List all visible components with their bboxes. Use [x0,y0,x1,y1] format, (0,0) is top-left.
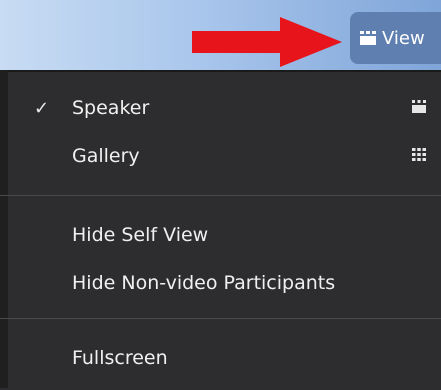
view-button-label: View [382,27,425,49]
menu-divider [0,195,441,196]
menu-item-label: Gallery [72,145,140,167]
menu-divider [0,318,441,319]
menu-item-gallery[interactable]: Gallery [0,136,441,176]
menu-item-label: Fullscreen [72,347,168,369]
menu-item-hide-self-view[interactable]: Hide Self View [0,215,441,255]
menu-item-label: Speaker [72,97,150,119]
menu-item-label: Hide Self View [72,224,209,246]
menu-item-speaker[interactable]: ✓ Speaker [0,88,441,128]
gallery-grid-icon [412,148,426,161]
view-button[interactable]: View [350,12,441,64]
speaker-layout-icon [360,31,376,45]
checkmark-icon: ✓ [34,97,50,119]
menu-item-fullscreen[interactable]: Fullscreen [0,338,441,378]
menu-item-label: Hide Non-video Participants [72,272,336,294]
red-arrow-annotation [192,17,342,67]
speaker-layout-icon [412,100,426,113]
menu-item-hide-non-video-participants[interactable]: Hide Non-video Participants [0,263,441,303]
